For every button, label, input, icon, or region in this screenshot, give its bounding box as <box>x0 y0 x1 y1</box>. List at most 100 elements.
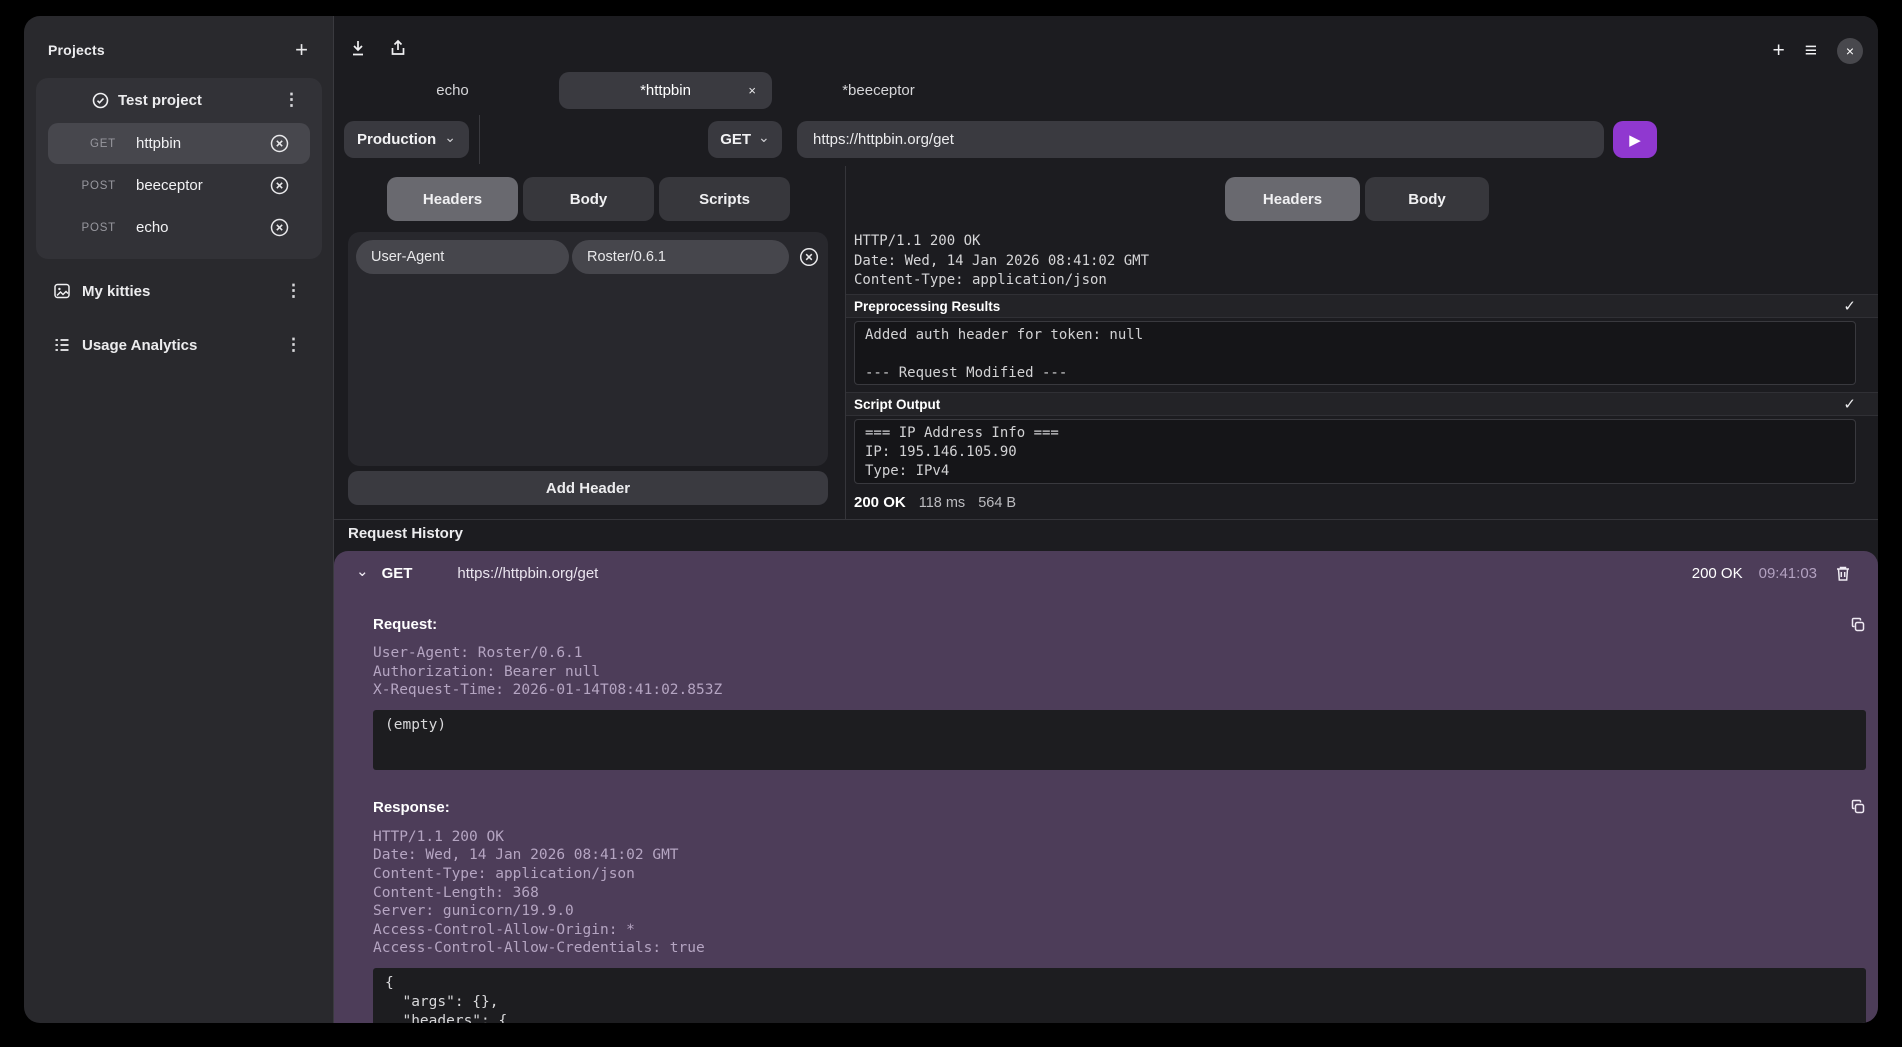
tab-response-headers[interactable]: Headers <box>1225 177 1360 221</box>
remove-request-icon[interactable] <box>269 133 290 154</box>
environment-select[interactable]: Production ⌄ <box>344 121 469 158</box>
tab-headers[interactable]: Headers <box>387 177 518 221</box>
list-icon <box>53 336 71 354</box>
method-value: GET <box>720 131 751 148</box>
request-name: httpbin <box>136 135 181 152</box>
check-icon: ✓ <box>1843 297 1856 315</box>
response-header-line: Content-Length: 368 <box>373 884 1866 903</box>
headers-list: User-Agent Roster/0.6.1 <box>348 232 828 466</box>
remove-header-icon[interactable] <box>798 246 820 268</box>
response-body-line: "headers": { <box>385 1012 1854 1023</box>
window-controls: + ≡ × <box>1772 38 1863 64</box>
chevron-down-icon[interactable]: ⌄ <box>356 562 369 580</box>
project-kebab-icon[interactable]: ⋮ <box>283 93 300 107</box>
tab-body[interactable]: Body <box>523 177 654 221</box>
add-project-icon[interactable]: + <box>295 42 308 58</box>
history-method: GET <box>382 565 413 582</box>
chevron-down-icon: ⌄ <box>758 129 770 146</box>
response-line: Date: Wed, 14 Jan 2026 08:41:02 GMT <box>854 252 1878 272</box>
project-name: Test project <box>118 92 202 109</box>
copy-response-icon[interactable] <box>1850 799 1866 815</box>
chevron-down-icon: ⌄ <box>444 129 456 146</box>
url-value: https://httpbin.org/get <box>813 131 954 148</box>
section-title: Preprocessing Results <box>854 299 1000 314</box>
sidebar-item-httpbin[interactable]: GET httpbin <box>48 123 310 164</box>
response-header-line: Server: gunicorn/19.9.0 <box>373 902 1866 921</box>
upload-share-icon[interactable] <box>389 39 407 57</box>
tab-label: Body <box>1408 191 1446 208</box>
request-editor-tabs: Headers Body Scripts <box>387 177 790 221</box>
request-method-label: POST <box>48 222 116 234</box>
tab-label: *beeceptor <box>842 82 915 99</box>
request-header-line: User-Agent: Roster/0.6.1 <box>373 644 1866 663</box>
document-tabs: echo *httpbin × *beeceptor <box>346 72 985 109</box>
request-bar: Production ⌄ GET ⌄ https://httpbin.org/g… <box>344 121 1657 158</box>
script-output-bar[interactable]: Script Output ✓ <box>846 392 1878 416</box>
sidebar-item-beeceptor[interactable]: POST beeceptor <box>48 165 310 206</box>
history-entry-card: ⌄ GET https://httpbin.org/get 200 OK 09:… <box>334 551 1878 1023</box>
play-icon: ▶ <box>1629 131 1641 149</box>
header-value-input[interactable]: Roster/0.6.1 <box>572 240 789 274</box>
console-line: Type: IPv4 <box>865 462 1845 481</box>
response-line: Content-Type: application/json <box>854 271 1878 291</box>
toolbar <box>349 39 407 57</box>
tab-echo[interactable]: echo <box>346 72 559 109</box>
tab-label: echo <box>436 82 469 99</box>
project-group-header[interactable]: Test project ⋮ <box>36 78 322 122</box>
response-line: HTTP/1.1 200 OK <box>854 232 1878 252</box>
response-header-line: Content-Type: application/json <box>373 865 1866 884</box>
history-response-body: { "args": {}, "headers": { <box>373 968 1866 1023</box>
console-line: Request was modified by preprocessing sc… <box>865 383 1845 385</box>
header-key-input[interactable]: User-Agent <box>356 240 569 274</box>
history-entry-header[interactable]: ⌄ GET https://httpbin.org/get 200 OK 09:… <box>334 551 1878 595</box>
add-header-button[interactable]: Add Header <box>348 471 828 505</box>
history-request-body: (empty) <box>373 710 1866 770</box>
new-tab-icon[interactable]: + <box>1772 41 1784 61</box>
request-body-text: (empty) <box>385 716 1854 735</box>
response-body-line: "args": {}, <box>385 993 1854 1012</box>
request-name: beeceptor <box>136 177 203 194</box>
tab-response-body[interactable]: Body <box>1365 177 1489 221</box>
send-request-button[interactable]: ▶ <box>1613 121 1657 158</box>
sidebar-item-echo[interactable]: POST echo <box>48 207 310 248</box>
divider <box>479 115 480 164</box>
console-line: Location: Unknown <box>865 481 1845 484</box>
tab-beeceptor[interactable]: *beeceptor <box>772 72 985 109</box>
response-header-line: HTTP/1.1 200 OK <box>373 828 1866 847</box>
tab-scripts[interactable]: Scripts <box>659 177 790 221</box>
projects-title: Projects <box>48 42 105 58</box>
tab-label: Headers <box>1263 191 1322 208</box>
remove-request-icon[interactable] <box>269 217 290 238</box>
response-header-line: Access-Control-Allow-Origin: * <box>373 921 1866 940</box>
request-name: echo <box>136 219 169 236</box>
remove-request-icon[interactable] <box>269 175 290 196</box>
status-size: 564 B <box>978 495 1016 511</box>
section-kebab-icon[interactable]: ⋮ <box>285 284 302 298</box>
close-window-button[interactable]: × <box>1837 38 1863 64</box>
download-icon[interactable] <box>349 39 367 57</box>
history-url: https://httpbin.org/get <box>457 565 598 582</box>
workspace: Headers Body Scripts User-Agent Roster/0… <box>334 166 1878 520</box>
request-method-label: POST <box>48 180 116 192</box>
url-input[interactable]: https://httpbin.org/get <box>797 121 1604 158</box>
response-tabs: Headers Body <box>1225 177 1489 221</box>
preprocessing-results-bar[interactable]: Preprocessing Results ✓ <box>846 294 1878 318</box>
request-editor-pane: Headers Body Scripts User-Agent Roster/0… <box>334 166 846 519</box>
delete-history-icon[interactable] <box>1835 565 1851 582</box>
menu-icon[interactable]: ≡ <box>1805 41 1817 61</box>
tab-httpbin[interactable]: *httpbin × <box>559 72 772 109</box>
image-icon <box>53 282 71 300</box>
app-window: Projects + Test project ⋮ GET httpbin PO… <box>24 16 1878 1023</box>
header-value-value: Roster/0.6.1 <box>587 249 666 265</box>
sidebar-item-usage-analytics[interactable]: Usage Analytics ⋮ <box>36 323 322 367</box>
sidebar-item-my-kitties[interactable]: My kitties ⋮ <box>36 269 322 313</box>
section-kebab-icon[interactable]: ⋮ <box>285 338 302 352</box>
response-body-line: { <box>385 974 1854 993</box>
method-select[interactable]: GET ⌄ <box>708 121 782 158</box>
history-time: 09:41:03 <box>1759 565 1817 582</box>
sidebar-header: Projects + <box>28 16 330 68</box>
history-request-headers: User-Agent: Roster/0.6.1 Authorization: … <box>373 644 1866 700</box>
project-group: Test project ⋮ GET httpbin POST beecepto… <box>36 78 322 259</box>
close-tab-icon[interactable]: × <box>748 83 756 98</box>
copy-request-icon[interactable] <box>1850 617 1866 633</box>
